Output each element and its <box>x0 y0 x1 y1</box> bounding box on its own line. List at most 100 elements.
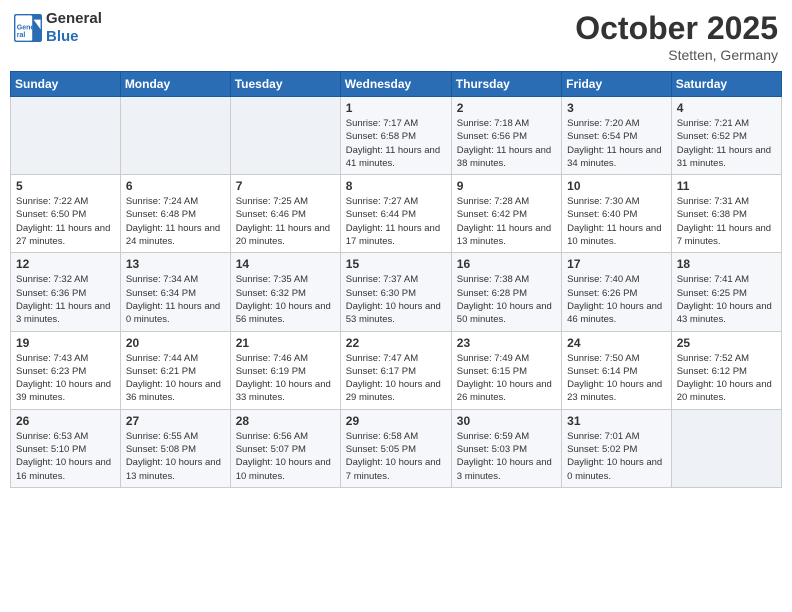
month-title: October 2025 <box>575 10 778 47</box>
day-number: 24 <box>567 336 666 350</box>
day-info: Sunrise: 7:27 AMSunset: 6:44 PMDaylight:… <box>346 195 446 248</box>
calendar-cell: 13 Sunrise: 7:34 AMSunset: 6:34 PMDayligh… <box>120 253 230 331</box>
calendar-cell: 23 Sunrise: 7:49 AMSunset: 6:15 PMDayligh… <box>451 331 561 409</box>
calendar-cell: 5Sunrise: 7:22 AMSunset: 6:50 PMDaylight… <box>11 175 121 253</box>
day-info: Sunrise: 7:52 AMSunset: 6:12 PMDaylight:… <box>677 352 776 405</box>
day-info: Sunrise: 6:58 AMSunset: 5:05 PMDaylight:… <box>346 430 446 483</box>
day-number: 16 <box>457 257 556 271</box>
day-info: Sunrise: 6:55 AMSunset: 5:08 PMDaylight:… <box>126 430 225 483</box>
day-info: Sunrise: 7:49 AMSunset: 6:15 PMDaylight:… <box>457 352 556 405</box>
location: Stetten, Germany <box>575 47 778 63</box>
calendar-cell: 26 Sunrise: 6:53 AMSunset: 5:10 PMDayligh… <box>11 409 121 487</box>
day-info: Sunrise: 7:20 AMSunset: 6:54 PMDaylight:… <box>567 117 666 170</box>
weekday-header: Monday <box>120 72 230 97</box>
calendar-cell <box>671 409 781 487</box>
calendar-cell: 24Sunrise: 7:50 AMSunset: 6:14 PMDayligh… <box>562 331 672 409</box>
day-info: Sunrise: 7:40 AMSunset: 6:26 PMDaylight:… <box>567 273 666 326</box>
day-number: 31 <box>567 414 666 428</box>
day-number: 19 <box>16 336 115 350</box>
calendar-cell: 12 Sunrise: 7:32 AMSunset: 6:36 PMDayligh… <box>11 253 121 331</box>
day-number: 9 <box>457 179 556 193</box>
day-info: Sunrise: 7:01 AMSunset: 5:02 PMDaylight:… <box>567 430 666 483</box>
calendar-cell: 7 Sunrise: 7:25 AMSunset: 6:46 PMDaylight… <box>230 175 340 253</box>
day-number: 20 <box>126 336 225 350</box>
day-number: 22 <box>346 336 446 350</box>
day-info: Sunrise: 7:43 AMSunset: 6:23 PMDaylight:… <box>16 352 115 405</box>
weekday-header: Thursday <box>451 72 561 97</box>
calendar-week-row: 26 Sunrise: 6:53 AMSunset: 5:10 PMDayligh… <box>11 409 782 487</box>
page-header: Gene ral General Blue October 2025 Stett… <box>10 10 782 63</box>
day-number: 3 <box>567 101 666 115</box>
day-number: 8 <box>346 179 446 193</box>
weekday-header: Tuesday <box>230 72 340 97</box>
calendar-week-row: 19 Sunrise: 7:43 AMSunset: 6:23 PMDayligh… <box>11 331 782 409</box>
day-number: 2 <box>457 101 556 115</box>
calendar-week-row: 1Sunrise: 7:17 AMSunset: 6:58 PMDaylight… <box>11 97 782 175</box>
day-number: 15 <box>346 257 446 271</box>
calendar-cell: 11 Sunrise: 7:31 AMSunset: 6:38 PMDayligh… <box>671 175 781 253</box>
day-number: 13 <box>126 257 225 271</box>
day-number: 4 <box>677 101 776 115</box>
day-number: 14 <box>236 257 335 271</box>
weekday-header: Sunday <box>11 72 121 97</box>
day-number: 12 <box>16 257 115 271</box>
calendar-cell: 21Sunrise: 7:46 AMSunset: 6:19 PMDayligh… <box>230 331 340 409</box>
day-number: 30 <box>457 414 556 428</box>
day-number: 21 <box>236 336 335 350</box>
day-info: Sunrise: 7:44 AMSunset: 6:21 PMDaylight:… <box>126 352 225 405</box>
calendar-cell: 8 Sunrise: 7:27 AMSunset: 6:44 PMDaylight… <box>340 175 451 253</box>
day-info: Sunrise: 7:24 AMSunset: 6:48 PMDaylight:… <box>126 195 225 248</box>
day-number: 17 <box>567 257 666 271</box>
calendar-cell: 6 Sunrise: 7:24 AMSunset: 6:48 PMDaylight… <box>120 175 230 253</box>
day-info: Sunrise: 7:21 AMSunset: 6:52 PMDaylight:… <box>677 117 776 170</box>
calendar-cell: 15 Sunrise: 7:37 AMSunset: 6:30 PMDayligh… <box>340 253 451 331</box>
calendar-cell: 18 Sunrise: 7:41 AMSunset: 6:25 PMDayligh… <box>671 253 781 331</box>
title-block: October 2025 Stetten, Germany <box>575 10 778 63</box>
calendar-cell <box>120 97 230 175</box>
svg-text:Gene: Gene <box>17 24 35 31</box>
day-info: Sunrise: 7:34 AMSunset: 6:34 PMDaylight:… <box>126 273 225 326</box>
day-number: 27 <box>126 414 225 428</box>
day-number: 5 <box>16 179 115 193</box>
day-info: Sunrise: 7:18 AMSunset: 6:56 PMDaylight:… <box>457 117 556 170</box>
day-info: Sunrise: 7:28 AMSunset: 6:42 PMDaylight:… <box>457 195 556 248</box>
svg-text:ral: ral <box>17 32 26 39</box>
day-number: 11 <box>677 179 776 193</box>
day-info: Sunrise: 6:59 AMSunset: 5:03 PMDaylight:… <box>457 430 556 483</box>
day-number: 6 <box>126 179 225 193</box>
calendar-week-row: 5Sunrise: 7:22 AMSunset: 6:50 PMDaylight… <box>11 175 782 253</box>
calendar-cell: 28 Sunrise: 6:56 AMSunset: 5:07 PMDayligh… <box>230 409 340 487</box>
calendar-cell: 17 Sunrise: 7:40 AMSunset: 6:26 PMDayligh… <box>562 253 672 331</box>
weekday-header: Saturday <box>671 72 781 97</box>
logo-line2: Blue <box>46 28 102 46</box>
day-info: Sunrise: 7:35 AMSunset: 6:32 PMDaylight:… <box>236 273 335 326</box>
day-info: Sunrise: 7:32 AMSunset: 6:36 PMDaylight:… <box>16 273 115 326</box>
day-number: 7 <box>236 179 335 193</box>
day-number: 28 <box>236 414 335 428</box>
day-info: Sunrise: 7:41 AMSunset: 6:25 PMDaylight:… <box>677 273 776 326</box>
day-info: Sunrise: 6:56 AMSunset: 5:07 PMDaylight:… <box>236 430 335 483</box>
calendar-cell: 27 Sunrise: 6:55 AMSunset: 5:08 PMDayligh… <box>120 409 230 487</box>
calendar-cell <box>11 97 121 175</box>
day-number: 29 <box>346 414 446 428</box>
day-number: 18 <box>677 257 776 271</box>
calendar-cell: 1Sunrise: 7:17 AMSunset: 6:58 PMDaylight… <box>340 97 451 175</box>
calendar-table: SundayMondayTuesdayWednesdayThursdayFrid… <box>10 71 782 488</box>
calendar-cell: 22Sunrise: 7:47 AMSunset: 6:17 PMDayligh… <box>340 331 451 409</box>
day-info: Sunrise: 7:17 AMSunset: 6:58 PMDaylight:… <box>346 117 446 170</box>
calendar-cell: 9 Sunrise: 7:28 AMSunset: 6:42 PMDaylight… <box>451 175 561 253</box>
day-number: 25 <box>677 336 776 350</box>
day-info: Sunrise: 7:30 AMSunset: 6:40 PMDaylight:… <box>567 195 666 248</box>
calendar-cell: 4 Sunrise: 7:21 AMSunset: 6:52 PMDaylight… <box>671 97 781 175</box>
day-number: 10 <box>567 179 666 193</box>
day-number: 26 <box>16 414 115 428</box>
day-info: Sunrise: 7:37 AMSunset: 6:30 PMDaylight:… <box>346 273 446 326</box>
calendar-cell: 14 Sunrise: 7:35 AMSunset: 6:32 PMDayligh… <box>230 253 340 331</box>
calendar-cell <box>230 97 340 175</box>
day-info: Sunrise: 7:25 AMSunset: 6:46 PMDaylight:… <box>236 195 335 248</box>
day-info: Sunrise: 7:31 AMSunset: 6:38 PMDaylight:… <box>677 195 776 248</box>
day-info: Sunrise: 6:53 AMSunset: 5:10 PMDaylight:… <box>16 430 115 483</box>
day-number: 23 <box>457 336 556 350</box>
logo-icon: Gene ral <box>14 14 42 42</box>
calendar-cell: 19 Sunrise: 7:43 AMSunset: 6:23 PMDayligh… <box>11 331 121 409</box>
